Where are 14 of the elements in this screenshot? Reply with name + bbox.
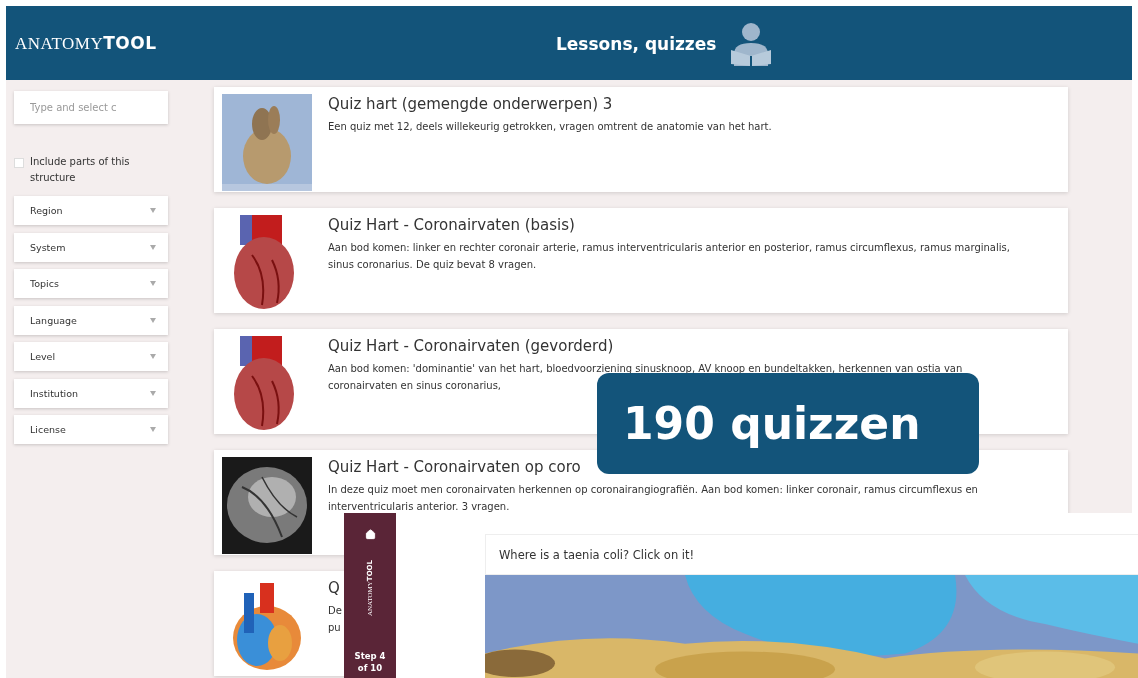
- question-text: Where is a taenia coli? Click on it!: [485, 534, 1138, 575]
- quiz-description: De: [328, 604, 342, 618]
- checkbox-label: Include parts of this structure: [30, 155, 131, 185]
- quiz-description: Aan bod komen: 'dominantie' van het hart, bloedvoorziening sinusknoop, AV knoop en bundeltakken, herkennen van ostia van: [328, 362, 963, 376]
- page-title: Lessons, quizzes: [556, 34, 717, 54]
- quiz-description: In deze quiz moet men coronairvaten herkennen op coronairangiografiën. Aan bod komen: linker coronair, ramus circumflexus en: [328, 483, 978, 497]
- quiz-description: Aan bod komen: linker en rechter coronair arterie, ramus interventricularis anterior en posterior, ramus circumflexus, ramus marginalis,: [328, 241, 1010, 255]
- quiz-description: coronairvaten en sinus coronarius,: [328, 379, 502, 393]
- quiz-description: Een quiz met 12, deels willekeurig getrokken, vragen omtrent de anatomie van het hart.: [328, 120, 772, 134]
- quiz-description: sinus coronarius. De quiz bevat 8 vragen.: [328, 258, 537, 272]
- step-counter: Step 4 of 10: [353, 650, 387, 674]
- quiz-count-overlay-tooltip: 190 quizzen: [597, 373, 979, 474]
- quiz-description: interventricularis anterior. 3 vragen.: [328, 500, 510, 514]
- quiz-description: pu: [328, 621, 341, 635]
